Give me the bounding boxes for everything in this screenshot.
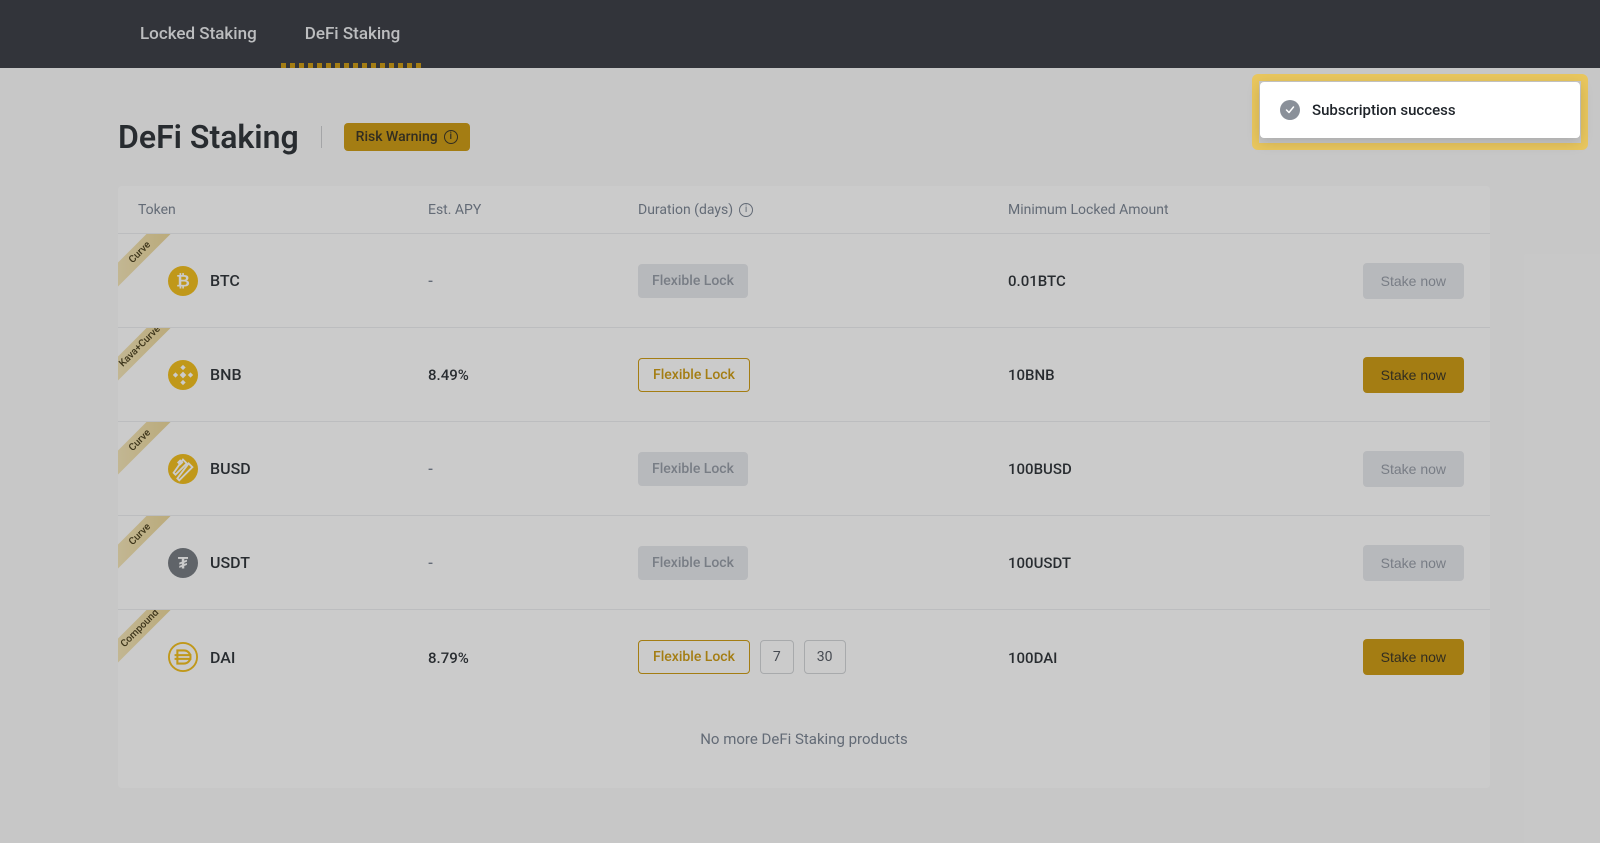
apy-value: -: [428, 460, 433, 478]
stake-now-button: Stake now: [1363, 263, 1464, 299]
token-cell: ₿ BTC: [138, 266, 428, 296]
token-symbol: DAI: [210, 648, 235, 667]
table-row: Kava+CurveBNB8.49%Flexible Lock10BNBStak…: [118, 328, 1490, 422]
flexible-lock-pill: Flexible Lock: [638, 546, 748, 580]
stake-now-button[interactable]: Stake now: [1363, 357, 1464, 393]
usdt-coin-icon: ₮: [168, 548, 198, 578]
no-more-text: No more DeFi Staking products: [118, 704, 1490, 788]
col-header-apy: Est. APY: [428, 202, 638, 218]
flexible-lock-pill[interactable]: Flexible Lock: [638, 358, 750, 392]
tab-locked-staking-label: Locked Staking: [140, 24, 257, 44]
token-cell: BUSD: [138, 454, 428, 484]
stake-now-button: Stake now: [1363, 545, 1464, 581]
dai-coin-icon: [168, 642, 198, 672]
token-symbol: BUSD: [210, 459, 251, 478]
tab-defi-staking-label: DeFi Staking: [305, 24, 401, 44]
token-symbol: BTC: [210, 271, 240, 290]
token-symbol: BNB: [210, 365, 242, 384]
min-amount: 10BNB: [1008, 366, 1055, 384]
bnb-coin-icon: [168, 360, 198, 390]
min-amount: 100USDT: [1008, 554, 1071, 572]
subscription-toast: Subscription success: [1260, 82, 1580, 138]
flexible-lock-pill: Flexible Lock: [638, 264, 748, 298]
svg-text:₿: ₿: [176, 271, 190, 290]
apy-value: -: [428, 554, 433, 572]
apy-value: -: [428, 272, 433, 290]
tab-defi-staking[interactable]: DeFi Staking: [305, 0, 401, 68]
flexible-lock-pill[interactable]: Flexible Lock: [638, 640, 750, 674]
risk-warning-label: Risk Warning: [356, 129, 438, 145]
btc-coin-icon: ₿: [168, 266, 198, 296]
table-header: Token Est. APY Duration (days) i Minimum…: [118, 186, 1490, 234]
duration-option[interactable]: 30: [804, 640, 846, 674]
token-cell: DAI: [138, 642, 428, 672]
col-header-duration: Duration (days) i: [638, 202, 1008, 218]
table-row: CompoundDAI8.79%Flexible Lock730100DAISt…: [118, 610, 1490, 704]
page-title: DeFi Staking: [118, 118, 299, 156]
divider: [321, 126, 322, 148]
col-header-min: Minimum Locked Amount: [1008, 202, 1308, 218]
content: DeFi Staking Risk Warning i Token Est. A…: [0, 68, 1600, 788]
min-amount: 100DAI: [1008, 649, 1057, 667]
token-cell: BNB: [138, 360, 428, 390]
tab-locked-staking[interactable]: Locked Staking: [140, 0, 257, 68]
min-amount: 100BUSD: [1008, 460, 1072, 478]
apy-value: 8.79%: [428, 649, 469, 667]
check-icon: [1280, 100, 1300, 120]
info-icon[interactable]: i: [739, 203, 753, 217]
stake-now-button[interactable]: Stake now: [1363, 639, 1464, 675]
toast-text: Subscription success: [1312, 101, 1456, 119]
info-icon: i: [444, 130, 458, 144]
table-row: CurveBUSD-Flexible Lock100BUSDStake now: [118, 422, 1490, 516]
min-amount: 0.01BTC: [1008, 272, 1066, 290]
table-row: Curve₿BTC-Flexible Lock0.01BTCStake now: [118, 234, 1490, 328]
staking-table: Token Est. APY Duration (days) i Minimum…: [118, 186, 1490, 788]
stake-now-button: Stake now: [1363, 451, 1464, 487]
risk-warning-badge[interactable]: Risk Warning i: [344, 123, 470, 151]
top-tabs: Locked Staking DeFi Staking: [0, 0, 1600, 68]
col-header-duration-label: Duration (days): [638, 202, 733, 218]
token-cell: ₮ USDT: [138, 548, 428, 578]
flexible-lock-pill: Flexible Lock: [638, 452, 748, 486]
busd-coin-icon: [168, 454, 198, 484]
duration-option[interactable]: 7: [760, 640, 794, 674]
table-row: Curve₮USDT-Flexible Lock100USDTStake now: [118, 516, 1490, 610]
apy-value: 8.49%: [428, 366, 469, 384]
col-header-token: Token: [138, 202, 428, 218]
token-symbol: USDT: [210, 553, 250, 572]
svg-text:₮: ₮: [178, 553, 189, 572]
